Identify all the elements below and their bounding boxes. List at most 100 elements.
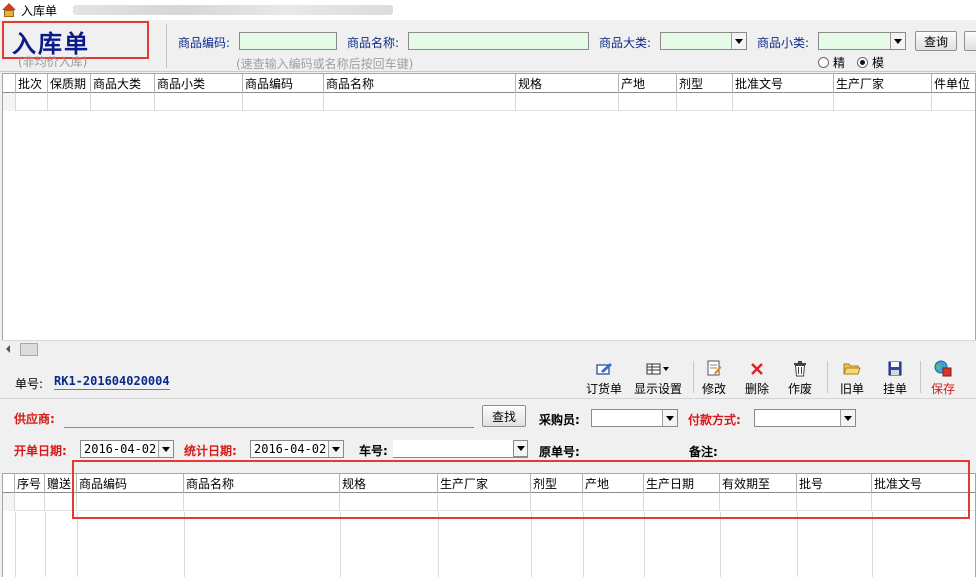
query-button[interactable]: 查询 — [915, 31, 957, 51]
detail-header-highlight — [72, 460, 970, 519]
window-title: 入库单 — [21, 3, 58, 18]
table-cell[interactable] — [15, 493, 45, 511]
purchaser-select[interactable] — [591, 409, 678, 427]
chevron-down-icon[interactable] — [513, 440, 528, 457]
column-line — [438, 512, 439, 577]
table-cell[interactable] — [155, 93, 243, 111]
vehicle-label: 车号: — [359, 444, 388, 458]
column-line — [720, 512, 721, 577]
void-button[interactable]: 作废 — [788, 359, 812, 397]
floppy-icon — [888, 359, 902, 378]
name-input[interactable] — [408, 32, 589, 50]
column-header[interactable]: 规格 — [516, 74, 619, 93]
product-grid[interactable]: 批次 保质期 商品大类 商品小类 商品编码 商品名称 规格 产地 剂型 批准文号… — [2, 73, 976, 341]
supplier-label: 供应商: — [14, 412, 55, 426]
product-grid-header: 批次 保质期 商品大类 商品小类 商品编码 商品名称 规格 产地 剂型 批准文号… — [3, 74, 975, 93]
table-cell[interactable] — [91, 93, 155, 111]
void-label: 作废 — [788, 382, 813, 396]
save-globe-icon — [934, 359, 952, 378]
table-cell[interactable] — [834, 93, 932, 111]
mode-exact-radio[interactable]: 精 — [818, 54, 845, 71]
column-header[interactable]: 批准文号 — [733, 74, 834, 93]
table-cell[interactable] — [733, 93, 834, 111]
scroll-thumb[interactable] — [20, 343, 38, 356]
code-label: 商品编码: — [178, 36, 231, 50]
find-button[interactable]: 查找 — [482, 405, 526, 427]
code-input[interactable] — [239, 32, 337, 50]
chevron-down-icon[interactable] — [328, 441, 343, 457]
remark-label: 备注: — [689, 445, 718, 459]
payment-select[interactable] — [754, 409, 856, 427]
chevron-down-icon[interactable] — [890, 33, 905, 49]
open-date-value: 2016-04-02 — [84, 442, 157, 456]
column-line — [77, 512, 78, 577]
order-goods-button[interactable]: 订货单 — [586, 359, 622, 397]
order-number-label: 单号: — [15, 377, 44, 391]
search-hint: (速查输入编码或名称后按回车键) — [236, 57, 414, 71]
chevron-down-icon[interactable] — [840, 410, 855, 426]
column-line — [531, 512, 532, 577]
column-header[interactable]: 件单位 — [932, 74, 975, 93]
display-settings-button[interactable]: 显示设置 — [634, 359, 682, 397]
edit-label: 修改 — [702, 382, 727, 396]
column-line — [583, 512, 584, 577]
vehicle-select[interactable] — [393, 440, 528, 458]
edit-button[interactable]: 修改 — [702, 359, 726, 397]
extra-button[interactable] — [964, 31, 976, 51]
radio-selected-icon[interactable] — [857, 57, 868, 68]
order-number: RK1-201604020004 — [54, 374, 170, 390]
chevron-down-icon[interactable] — [731, 33, 746, 49]
table-cell[interactable] — [243, 93, 324, 111]
column-header[interactable]: 生产厂家 — [834, 74, 932, 93]
hold-label: 挂单 — [883, 382, 908, 396]
column-header[interactable]: 序号 — [15, 474, 45, 493]
table-cell[interactable] — [48, 93, 91, 111]
purchaser-label: 采购员: — [539, 413, 580, 427]
scroll-left-icon[interactable] — [6, 345, 10, 353]
table-row[interactable] — [3, 93, 975, 111]
column-header[interactable]: 商品小类 — [155, 74, 243, 93]
mode-fuzzy-label: 模 — [872, 56, 885, 70]
column-header[interactable]: 批次 — [16, 74, 48, 93]
delete-button[interactable]: 删除 — [745, 359, 769, 397]
mode-fuzzy-radio[interactable]: 模 — [857, 54, 884, 71]
open-date-picker[interactable]: 2016-04-02 — [80, 440, 174, 458]
save-label: 保存 — [931, 382, 956, 396]
subcategory-select[interactable] — [818, 32, 906, 50]
table-cell[interactable] — [324, 93, 516, 111]
window-titlebar: 入库单 — [0, 0, 976, 20]
row-indicator — [3, 493, 15, 511]
column-header[interactable]: 产地 — [619, 74, 677, 93]
name-label: 商品名称: — [347, 36, 400, 50]
column-header[interactable]: 剂型 — [677, 74, 733, 93]
edit-icon — [706, 359, 722, 378]
column-header[interactable]: 商品大类 — [91, 74, 155, 93]
chevron-down-icon[interactable] — [662, 410, 677, 426]
column-header[interactable]: 商品编码 — [243, 74, 324, 93]
category-label: 商品大类: — [599, 36, 652, 50]
category-select[interactable] — [660, 32, 747, 50]
table-cell[interactable] — [677, 93, 733, 111]
row-indicator-header — [3, 74, 16, 93]
column-header[interactable]: 保质期 — [48, 74, 91, 93]
stat-date-picker[interactable]: 2016-04-02 — [250, 440, 344, 458]
table-cell[interactable] — [516, 93, 619, 111]
mode-exact-label: 精 — [833, 56, 846, 70]
save-button[interactable]: 保存 — [931, 359, 955, 397]
horizontal-scrollbar[interactable] — [2, 340, 976, 357]
radio-icon[interactable] — [818, 57, 829, 68]
folder-open-icon — [843, 359, 861, 378]
column-line — [184, 512, 185, 577]
column-line — [45, 512, 46, 577]
supplier-input[interactable] — [64, 427, 474, 428]
table-cell[interactable] — [16, 93, 48, 111]
chevron-down-icon[interactable] — [158, 441, 173, 457]
old-order-button[interactable]: 旧单 — [840, 359, 864, 397]
column-header[interactable]: 商品名称 — [324, 74, 516, 93]
table-cell[interactable] — [619, 93, 677, 111]
column-line — [340, 512, 341, 577]
hold-button[interactable]: 挂单 — [883, 359, 907, 397]
trash-icon — [793, 359, 807, 378]
table-cell[interactable] — [932, 93, 975, 111]
grid-settings-icon — [646, 359, 670, 378]
